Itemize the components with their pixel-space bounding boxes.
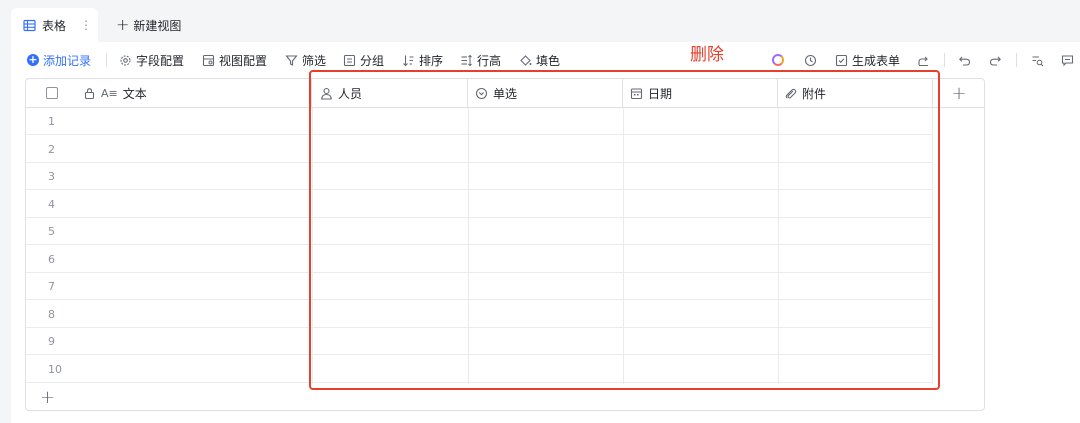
field-config-label: 字段配置 [136,53,185,68]
column-header-single-select[interactable]: 单选 [468,79,623,108]
row-number: 9 [48,335,55,348]
toolbar-divider [944,53,945,67]
column-label-text: 文本 [122,86,147,101]
column-label-person: 人员 [338,86,363,101]
redo-icon [989,56,1001,66]
column-divider [932,108,933,384]
column-label-attachment: 附件 [802,86,827,101]
tab-table-label: 表格 [42,18,67,33]
ai-ring-icon [772,54,784,66]
column-header-date[interactable]: 日期 [623,79,778,108]
group-label: 分组 [360,53,385,68]
row-height-button[interactable]: 行高 [460,52,501,68]
clock-icon [804,54,817,66]
row-number: 2 [48,143,55,156]
table-row[interactable]: 6 [26,246,932,273]
single-select-icon [475,87,488,99]
add-column-button[interactable]: + [933,79,985,108]
table-row[interactable]: 8 [26,301,932,328]
comment-icon [1061,54,1074,66]
table-grid-icon [23,19,36,31]
search-list-icon [1032,56,1044,66]
add-record-button[interactable]: + 添加记录 [27,52,91,68]
row-number: 5 [48,225,55,238]
row-number: 3 [48,170,55,183]
redo-button[interactable] [989,52,1002,68]
table-row[interactable]: 1 [26,108,932,135]
group-button[interactable]: 分组 [343,52,384,68]
form-checkbox-icon [835,54,848,66]
new-view-label: 新建视图 [133,18,182,33]
add-circle-icon: + [27,53,39,66]
text-field-icon: A≡ [101,86,118,100]
row-number: 1 [48,115,55,128]
tab-table-view[interactable]: 表格 ⋮ [11,8,98,42]
row-number: 10 [48,363,62,376]
row-number: 6 [48,253,55,266]
table-row[interactable]: 7 [26,273,932,300]
sort-label: 排序 [419,53,444,68]
table-row[interactable]: 2 [26,136,932,163]
undo-button[interactable] [958,52,971,68]
fill-color-button[interactable]: 填色 [519,52,560,68]
filter-button[interactable]: 筛选 [285,52,326,68]
history-button[interactable] [804,52,817,68]
comment-button[interactable] [1061,52,1074,68]
data-grid: A≡ 文本 人员 单选 日期 附件 + 1 2 3 4 5 6 7 8 9 10… [25,78,985,411]
select-all-checkbox[interactable] [46,87,58,99]
paperclip-icon [785,88,797,99]
row-height-label: 行高 [477,53,502,68]
column-header-person[interactable]: 人员 [312,79,468,108]
new-view-button[interactable]: + 新建视图 [116,15,181,35]
table-row[interactable]: 3 [26,163,932,190]
sort-button[interactable]: 排序 [402,52,443,68]
generate-form-label: 生成表单 [852,53,901,68]
sort-icon [403,55,414,66]
column-header-attachment[interactable]: 附件 [778,79,933,108]
row-number: 7 [48,280,55,293]
row-number: 4 [48,198,55,211]
group-icon [343,54,356,66]
column-header-text[interactable]: A≡ 文本 [26,79,312,108]
view-settings-icon [202,54,215,66]
table-row[interactable]: 5 [26,218,932,245]
filter-icon [285,54,298,66]
table-row[interactable]: 9 [26,328,932,355]
delete-annotation-label: 删除 [690,45,724,65]
row-number: 8 [48,308,55,321]
undo-icon [959,56,971,66]
row-height-icon [461,54,472,66]
table-row[interactable]: 10 [26,356,932,383]
paint-bucket-icon [520,54,532,66]
calendar-icon [630,87,643,99]
share-button[interactable] [917,52,930,68]
column-label-single-select: 单选 [493,86,518,101]
lock-icon [84,87,95,99]
plus-icon: + [116,15,130,34]
person-icon [321,87,332,100]
fill-color-label: 填色 [536,53,561,68]
ai-assistant-button[interactable] [772,52,784,68]
toolbar: + 添加记录 字段配置 视图配置 筛选 分组 排序 行高 填色 生成表单 [11,42,1080,78]
generate-form-button[interactable]: 生成表单 [835,52,900,68]
add-row-button[interactable]: + [40,387,55,408]
view-tab-bar: 表格 ⋮ + 新建视图 [0,0,1080,42]
table-panel: + 添加记录 字段配置 视图配置 筛选 分组 排序 行高 填色 生成表单 A≡ … [11,42,1080,423]
filter-label: 筛选 [302,53,327,68]
gear-icon [120,54,131,66]
share-icon [918,56,928,66]
column-label-date: 日期 [648,86,673,101]
view-config-label: 视图配置 [219,53,268,68]
field-config-button[interactable]: 字段配置 [119,52,184,68]
toolbar-divider [106,53,107,67]
search-button[interactable] [1031,52,1044,68]
add-record-label: 添加记录 [43,53,92,68]
toolbar-divider [1016,53,1017,67]
tab-more-icon[interactable]: ⋮ [80,18,92,32]
view-config-button[interactable]: 视图配置 [202,52,267,68]
table-row[interactable]: 4 [26,191,932,218]
